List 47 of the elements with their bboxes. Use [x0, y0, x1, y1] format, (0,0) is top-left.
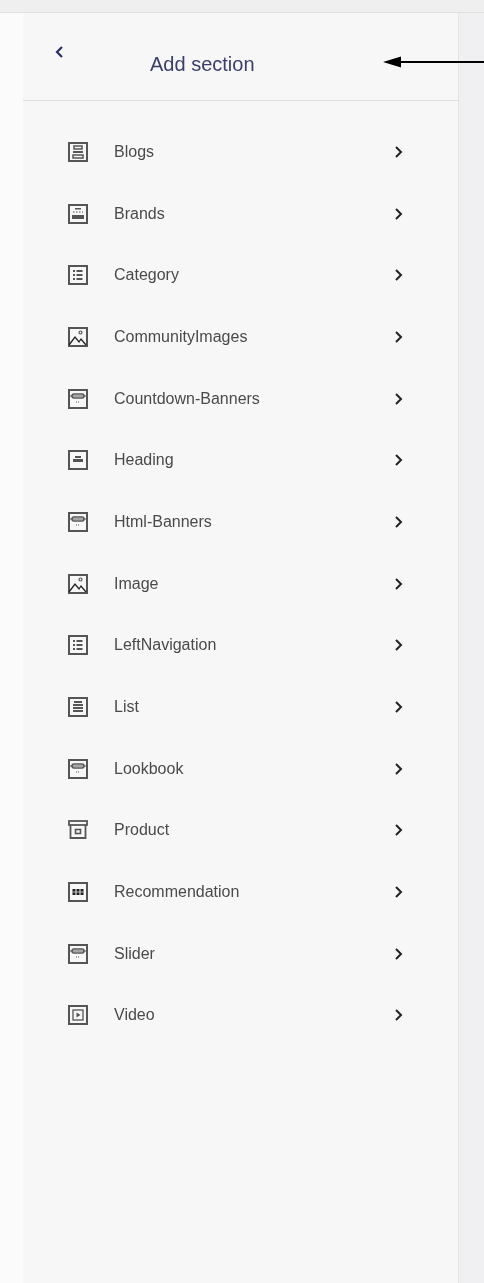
chevron-right-icon [394, 453, 404, 468]
section-item[interactable]: Video [23, 984, 458, 1047]
chevron-right-icon [394, 885, 404, 900]
back-icon [54, 44, 64, 59]
section-item[interactable]: Lookbook [23, 737, 458, 800]
banner-icon [68, 758, 88, 779]
chevron-right-icon [394, 206, 404, 221]
section-item[interactable]: Heading [23, 429, 458, 492]
chevron-right-icon [394, 329, 404, 344]
chevron-right-icon [394, 761, 404, 776]
chevron-right-icon [394, 576, 404, 591]
section-item[interactable]: Brands [23, 182, 458, 245]
grid-icon [68, 882, 88, 903]
section-item[interactable]: Blogs [23, 121, 458, 183]
chevron-right-icon [394, 391, 404, 406]
chevron-right-icon [394, 514, 404, 529]
panel-title: Add section [150, 52, 255, 77]
chevron-right-icon [394, 823, 404, 838]
lines-icon [68, 697, 88, 718]
chevron-right-icon [394, 1008, 404, 1023]
heading-icon [68, 450, 88, 471]
list-icon [68, 265, 88, 286]
chevron-right-icon [394, 268, 404, 283]
section-item[interactable]: Product [23, 799, 458, 862]
section-item[interactable]: Image [23, 552, 458, 615]
section-item[interactable]: Recommendation [23, 861, 458, 923]
image-icon [68, 573, 88, 594]
video-icon [68, 1005, 88, 1026]
section-item[interactable]: Slider [23, 922, 458, 985]
section-item[interactable]: Html-Banners [23, 491, 458, 553]
chevron-right-icon [394, 144, 404, 159]
banner-icon [68, 511, 88, 532]
section-item[interactable]: Category [23, 244, 458, 307]
banner-icon [68, 388, 88, 409]
section-item[interactable]: List [23, 676, 458, 738]
section-item[interactable]: Countdown-Banners [23, 367, 458, 430]
image-icon [68, 326, 88, 347]
chevron-right-icon [394, 700, 404, 715]
list-icon [68, 635, 88, 656]
stacked-layout-icon [68, 141, 88, 162]
chevron-right-icon [394, 638, 404, 653]
section-item[interactable]: LeftNavigation [23, 614, 458, 677]
strip-layout-icon [68, 203, 88, 224]
banner-icon [68, 943, 88, 964]
chevron-right-icon [394, 946, 404, 961]
section-item[interactable]: CommunityImages [23, 306, 458, 368]
box-icon [68, 820, 88, 841]
